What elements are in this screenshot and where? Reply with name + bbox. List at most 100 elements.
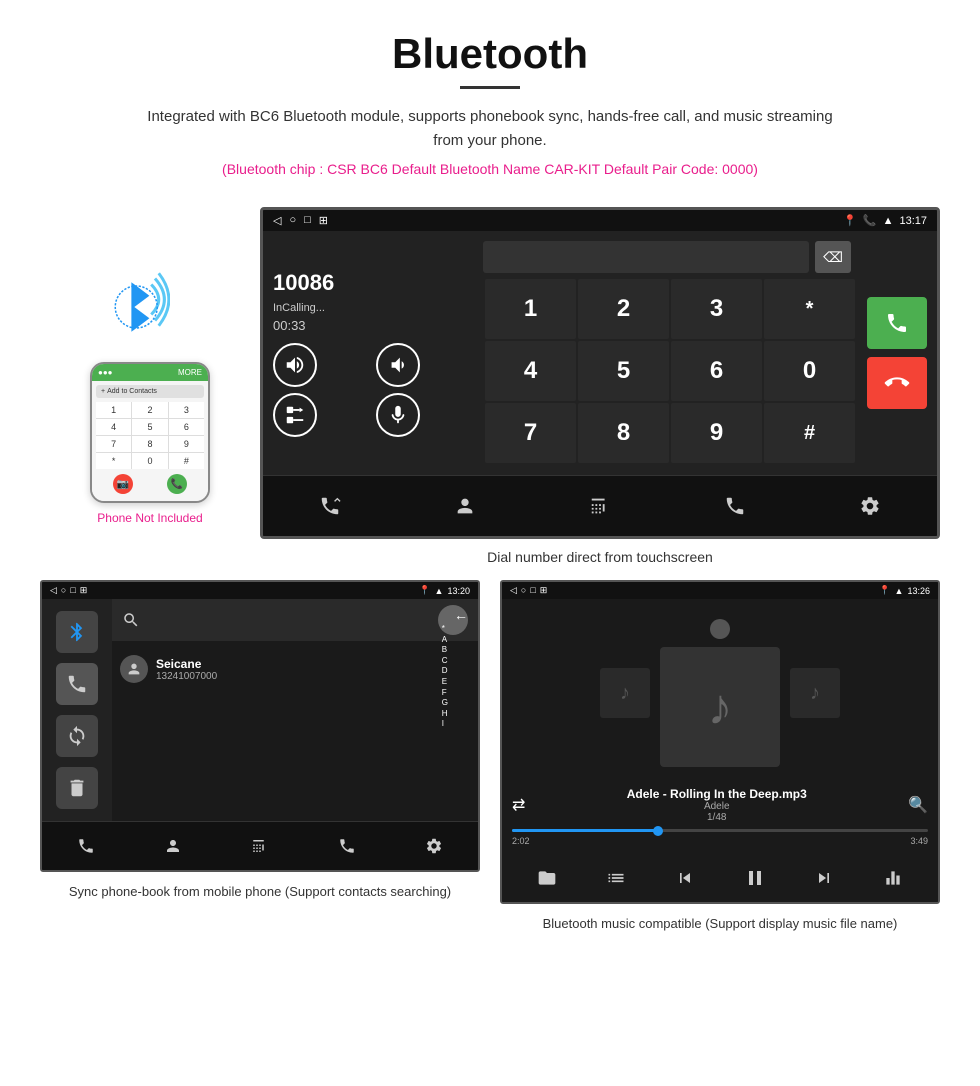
music-album-area: ♪ ♪ ♪ [502, 599, 938, 787]
dial-number: 10086 [273, 270, 473, 296]
volume-up-button[interactable] [273, 343, 317, 387]
phone-not-included-label: Phone Not Included [97, 511, 202, 525]
pb-contact-info: Seicane 13241007000 [156, 657, 217, 682]
keypad-6[interactable]: 6 [671, 341, 762, 401]
music-dot [710, 619, 730, 639]
end-call-button[interactable] [867, 357, 927, 409]
dial-call-buttons [867, 297, 927, 409]
nav-transfer-icon[interactable] [715, 486, 755, 526]
page-title: Bluetooth [20, 30, 960, 78]
music-list-button[interactable] [598, 860, 634, 896]
dial-middle: ⌫ 1 2 3 * 4 5 6 0 7 8 [483, 241, 857, 465]
music-equalizer-button[interactable] [875, 860, 911, 896]
pb-search-bar: *ABCDEFGHI ← [112, 599, 478, 641]
pb-contact-list: Seicane 13241007000 [112, 641, 478, 697]
phone-bottom-btns: 📷 📞 [96, 471, 204, 497]
pb-phone-button[interactable] [56, 663, 98, 705]
pb-recent: □ [70, 585, 75, 596]
pb-nav-settings[interactable] [418, 830, 450, 862]
nav-dialpad-icon[interactable] [580, 486, 620, 526]
keypad-1[interactable]: 1 [485, 279, 576, 339]
phone-call-button: 📞 [167, 474, 187, 494]
pb-bluetooth-button[interactable] [56, 611, 98, 653]
dial-backspace-button[interactable]: ⌫ [815, 241, 851, 273]
nav-call-icon[interactable] [310, 486, 350, 526]
microphone-button[interactable] [376, 393, 420, 437]
keypad-8[interactable]: 8 [578, 403, 669, 463]
keypad-2[interactable]: 2 [578, 279, 669, 339]
pb-nav-contacts[interactable] [157, 830, 189, 862]
pb-sidebar [42, 599, 112, 821]
pb-nav-dialpad[interactable] [244, 830, 276, 862]
music-progress-dot[interactable] [653, 826, 663, 836]
screen-caption: Dial number direct from touchscreen [260, 549, 940, 580]
pb-sync-button[interactable] [56, 715, 98, 757]
status-right: 📍 📞 ▲ 13:17 [843, 214, 927, 227]
pb-back: ◁ [50, 585, 57, 596]
music-artist: Adele [627, 801, 807, 812]
music-back: ◁ [510, 585, 517, 596]
phone-mockup: ●●● MORE +Add to Contacts 1 2 3 4 5 6 7 … [90, 362, 210, 503]
keypad-5[interactable]: 5 [578, 341, 669, 401]
music-location: 📍 [879, 585, 890, 596]
transfer-call-button[interactable] [273, 393, 317, 437]
music-track-header: ⇄ Adele - Rolling In the Deep.mp3 Adele … [502, 787, 938, 829]
keypad-4[interactable]: 4 [485, 341, 576, 401]
keypad-hash[interactable]: # [764, 403, 855, 463]
keypad-9[interactable]: 9 [671, 403, 762, 463]
pb-contact-item[interactable]: Seicane 13241007000 [120, 649, 470, 689]
music-statusbar: ◁ ○ □ ⊞ 📍 ▲ 13:26 [502, 582, 938, 599]
music-next-button[interactable] [806, 860, 842, 896]
pb-nav-bar [42, 821, 478, 870]
phone-camera-button: 📷 [113, 474, 133, 494]
pb-nav-transfer[interactable] [331, 830, 363, 862]
keypad-0[interactable]: 0 [764, 341, 855, 401]
pb-back-arrow[interactable]: ← [454, 607, 468, 623]
keypad-7[interactable]: 7 [485, 403, 576, 463]
pb-main: *ABCDEFGHI ← Seicane 13241007000 [112, 599, 478, 821]
keypad-star[interactable]: * [764, 279, 855, 339]
nav-settings-icon[interactable] [850, 486, 890, 526]
music-folder-button[interactable] [529, 860, 565, 896]
volume-down-button[interactable] [376, 343, 420, 387]
pb-avatar [120, 655, 148, 683]
music-search-icon[interactable]: 🔍 [908, 795, 928, 815]
music-play-pause-button[interactable] [737, 860, 773, 896]
music-recent: □ [530, 585, 535, 596]
music-wifi: ▲ [895, 586, 904, 596]
keypad-grid: 1 2 3 * 4 5 6 0 7 8 9 # [483, 277, 857, 465]
status-back: ◁ [273, 214, 281, 227]
music-time: 13:26 [907, 586, 930, 596]
status-phone-icon: 📞 [863, 214, 877, 227]
phone-signal: ●●● [98, 368, 113, 377]
pb-contact-number: 13241007000 [156, 671, 217, 682]
nav-contacts-icon[interactable] [445, 486, 485, 526]
music-prev-button[interactable] [667, 860, 703, 896]
music-screenshot-item: ◁ ○ □ ⊞ 📍 ▲ 13:26 ♪ [490, 580, 950, 934]
music-progress-fill [512, 829, 658, 832]
music-note-right: ♪ [810, 682, 820, 705]
phonebook-caption: Sync phone-book from mobile phone (Suppo… [59, 882, 461, 902]
bluetooth-icon [110, 267, 170, 347]
top-section: ●●● MORE +Add to Contacts 1 2 3 4 5 6 7 … [0, 207, 980, 580]
music-time-current: 2:02 [512, 836, 530, 846]
answer-call-button[interactable] [867, 297, 927, 349]
music-album-art: ♪ [660, 647, 780, 767]
car-statusbar: ◁ ○ □ ⊞ 📍 📞 ▲ 13:17 [263, 210, 937, 231]
phone-key-7: 7 [96, 436, 131, 452]
phone-carrier: MORE [178, 368, 202, 377]
pb-delete-button[interactable] [56, 767, 98, 809]
music-center-col: ♪ [660, 619, 780, 767]
music-ss: ⊞ [540, 585, 548, 596]
phone-key-3: 3 [169, 402, 204, 418]
keypad-3[interactable]: 3 [671, 279, 762, 339]
dial-text-input[interactable] [483, 241, 809, 273]
phone-key-8: 8 [132, 436, 167, 452]
pb-nav-call[interactable] [70, 830, 102, 862]
car-screen: ◁ ○ □ ⊞ 📍 📞 ▲ 13:17 10086 [260, 207, 940, 539]
dial-timer: 00:33 [273, 318, 473, 333]
car-screen-wrapper: ◁ ○ □ ⊞ 📍 📞 ▲ 13:17 10086 [260, 207, 940, 580]
music-status-right: 📍 ▲ 13:26 [879, 585, 930, 596]
music-shuffle-icon[interactable]: ⇄ [512, 795, 525, 815]
status-time: 13:17 [899, 215, 927, 227]
